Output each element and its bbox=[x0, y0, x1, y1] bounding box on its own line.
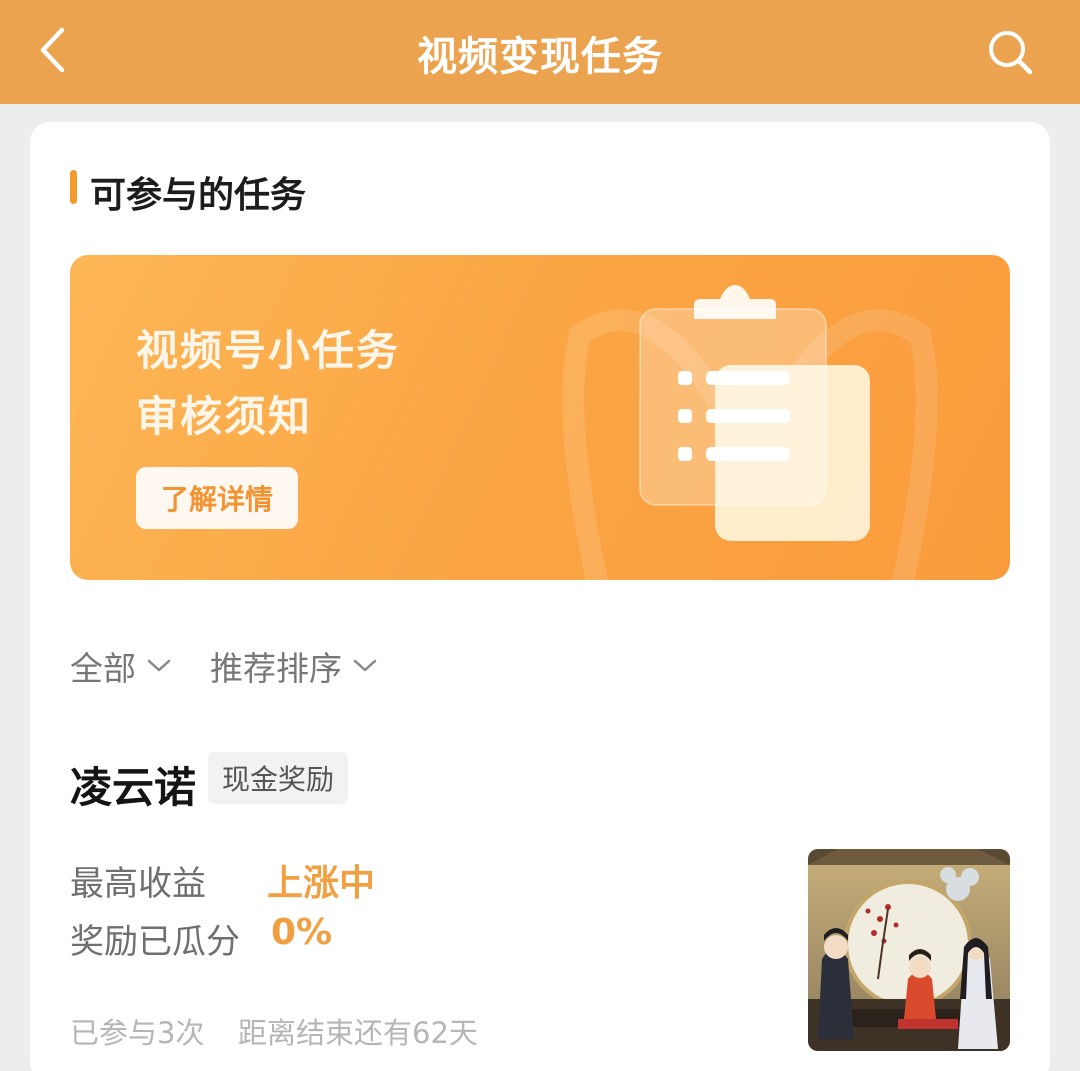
search-button[interactable] bbox=[984, 26, 1036, 78]
review-notice-banner[interactable]: 视频号小任务 审核须知 了解详情 bbox=[70, 255, 1010, 580]
task-thumbnail bbox=[808, 849, 1010, 1051]
reward-type-badge: 现金奖励 bbox=[208, 752, 348, 804]
banner-title-line2: 审核须知 bbox=[136, 392, 313, 441]
sort-filter-dropdown[interactable]: 推荐排序 bbox=[210, 642, 378, 690]
task-name: 凌云诺 bbox=[70, 763, 197, 812]
category-filter-label: 全部 bbox=[70, 649, 136, 688]
time-remaining: 距离结束还有62天 bbox=[238, 1016, 478, 1050]
top-navigation-bar: 视频变现任务 bbox=[0, 0, 1080, 104]
max-earnings-value: 上涨中 bbox=[267, 863, 376, 904]
category-filter-dropdown[interactable]: 全部 bbox=[70, 642, 172, 690]
reward-claimed-value: 0% bbox=[271, 912, 333, 953]
thumbnail-illustration bbox=[808, 849, 1010, 1051]
reward-claimed-label: 奖励已瓜分 bbox=[70, 922, 240, 962]
section-accent-bar bbox=[70, 170, 77, 204]
participation-count: 已参与3次 bbox=[70, 1016, 205, 1050]
chevron-down-icon bbox=[353, 659, 377, 672]
clipboard-icon bbox=[639, 285, 870, 541]
learn-more-button[interactable]: 了解详情 bbox=[136, 467, 298, 529]
page-title: 视频变现任务 bbox=[417, 34, 663, 80]
max-earnings-label: 最高收益 bbox=[70, 864, 206, 904]
task-list-card: 可参与的任务 视频号小任务 审核须知 了解详情 全部 推荐排序 凌云诺 现金奖励… bbox=[30, 122, 1050, 1071]
chevron-down-icon bbox=[147, 659, 171, 672]
search-icon bbox=[989, 31, 1033, 75]
banner-title-line1: 视频号小任务 bbox=[136, 326, 401, 375]
section-title: 可参与的任务 bbox=[90, 175, 307, 216]
sort-filter-label: 推荐排序 bbox=[210, 649, 342, 688]
